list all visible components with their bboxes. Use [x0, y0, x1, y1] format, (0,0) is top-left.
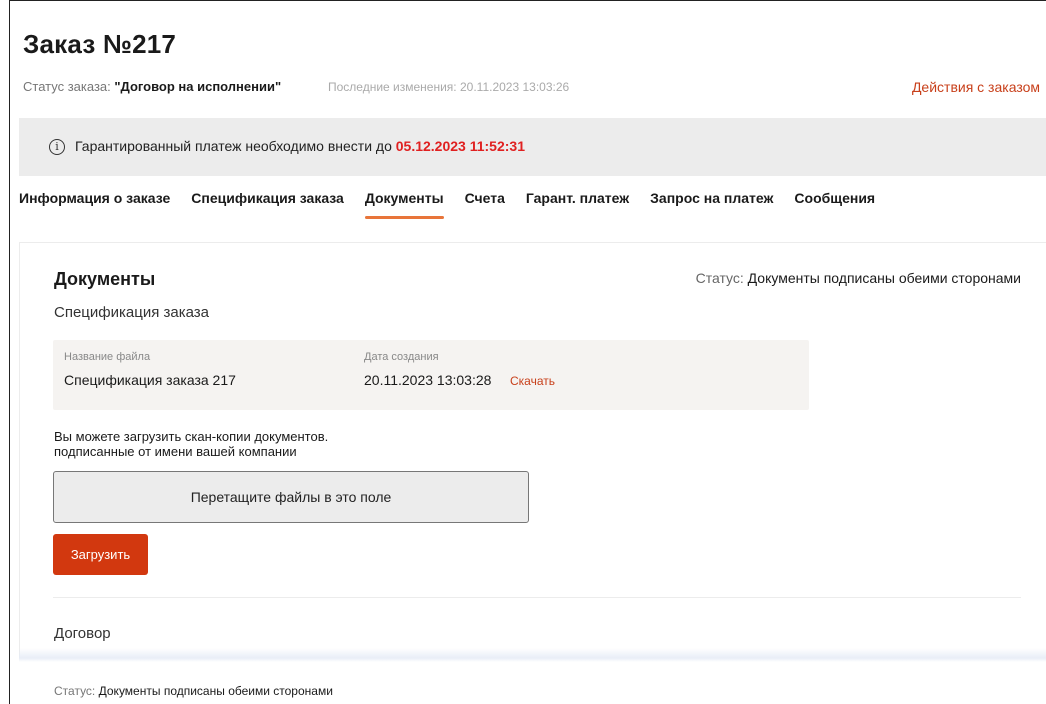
- upload-hint-line-1: Вы можете загрузить скан-копии документо…: [54, 429, 329, 444]
- dropzone-text: Перетащите файлы в это поле: [190, 489, 392, 505]
- tab-payment-request[interactable]: Запрос на платеж: [650, 190, 773, 216]
- last-change-timestamp: Последние изменения: 20.11.2023 13:03:26: [328, 80, 570, 94]
- creation-date-label: Дата создания: [364, 351, 439, 363]
- upload-hint-line-2: подписанные от имени вашей компании: [54, 444, 297, 459]
- contract-status: Статус: Документы подписаны обеими сторо…: [54, 684, 333, 698]
- tab-invoices[interactable]: Счета: [465, 190, 505, 216]
- upload-button[interactable]: Загрузить: [53, 534, 148, 575]
- info-icon: i: [49, 139, 65, 155]
- specification-section-title: Спецификация заказа: [54, 304, 209, 321]
- page-title: Заказ №217: [23, 29, 177, 59]
- payment-notice-text: Гарантированный платеж необходимо внести…: [75, 138, 525, 154]
- tab-documents[interactable]: Документы: [364, 190, 444, 219]
- creation-date: 20.11.2023 13:03:28: [364, 372, 492, 388]
- tab-order-specification[interactable]: Спецификация заказа: [191, 190, 344, 216]
- documents-title: Документы: [54, 269, 156, 289]
- payment-deadline: 05.12.2023 11:52:31: [395, 138, 525, 154]
- download-link[interactable]: Скачать: [510, 374, 555, 388]
- contract-status-label: Статус:: [54, 684, 96, 698]
- tab-messages[interactable]: Сообщения: [794, 190, 875, 216]
- tab-guarantee-payment[interactable]: Гарант. платеж: [526, 190, 629, 216]
- contract-section-title: Договор: [54, 625, 111, 642]
- order-actions-link[interactable]: Действия с заказом: [912, 79, 1040, 95]
- window-border-top: [9, 0, 1046, 1]
- contract-status-value: Документы подписаны обеими сторонами: [98, 684, 333, 698]
- tab-order-info[interactable]: Информация о заказе: [19, 190, 170, 216]
- payment-notice: i Гарантированный платеж необходимо внес…: [19, 118, 1046, 176]
- order-status: Статус заказа: "Договор на исполнении": [23, 79, 281, 94]
- section-divider: [53, 597, 1021, 598]
- upload-hint: Вы можете загрузить скан-копии документо…: [54, 429, 328, 459]
- specification-file-card: Название файла Спецификация заказа 217 Д…: [53, 340, 809, 410]
- documents-status-value: Документы подписаны обеими сторонами: [747, 270, 1021, 286]
- file-name-label: Название файла: [64, 351, 151, 363]
- documents-status-label: Статус:: [695, 270, 744, 286]
- payment-notice-message: Гарантированный платеж необходимо внести…: [75, 138, 392, 154]
- file-name: Спецификация заказа 217: [64, 372, 236, 388]
- documents-status: Статус: Документы подписаны обеими сторо…: [696, 270, 1021, 286]
- window-border-left: [9, 0, 10, 704]
- file-dropzone[interactable]: Перетащите файлы в это поле: [53, 471, 529, 523]
- order-status-value: "Договор на исполнении": [114, 79, 282, 94]
- order-status-label: Статус заказа:: [23, 79, 111, 94]
- order-tabs: Информация о заказе Спецификация заказа …: [19, 190, 896, 219]
